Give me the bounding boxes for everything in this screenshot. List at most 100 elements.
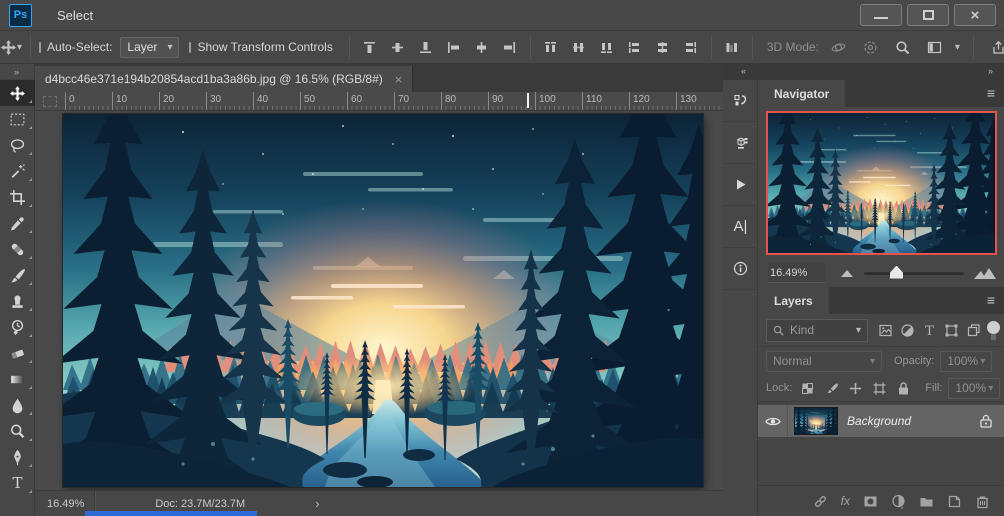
zoom-in-icon[interactable]	[974, 267, 996, 279]
align-left-edges-icon[interactable]	[442, 35, 466, 59]
auto-select-target-dropdown[interactable]: Layer ▾	[120, 36, 180, 58]
panel-menu-icon[interactable]: ≡	[987, 85, 995, 101]
lock-image-icon[interactable]	[824, 381, 839, 396]
tool-move[interactable]	[0, 80, 35, 106]
collapsed-panel-info[interactable]	[723, 248, 758, 290]
tab-navigator[interactable]: Navigator	[758, 80, 846, 107]
lock-transparency-icon[interactable]	[800, 381, 815, 396]
layer-visibility-toggle[interactable]	[758, 405, 788, 437]
tool-type[interactable]: T	[0, 470, 35, 496]
filter-type-layers-icon[interactable]: T	[922, 323, 937, 338]
zoom-slider-thumb[interactable]	[890, 265, 903, 279]
tool-gradient[interactable]	[0, 366, 35, 392]
lock-artboard-icon[interactable]	[872, 381, 887, 396]
tool-magic-wand[interactable]	[0, 158, 35, 184]
tab-layers[interactable]: Layers	[758, 287, 829, 314]
collapsed-panel-history[interactable]	[723, 80, 758, 122]
filter-adjustment-layers-icon[interactable]	[900, 323, 915, 338]
tool-lasso[interactable]	[0, 132, 35, 158]
distribute-vertical-centers-icon[interactable]	[567, 35, 591, 59]
adjustment-layer-icon[interactable]	[891, 494, 906, 509]
align-horizontal-centers-icon[interactable]	[470, 35, 494, 59]
navigator-thumbnail[interactable]	[766, 111, 997, 255]
align-bottom-edges-icon[interactable]	[414, 35, 438, 59]
tool-pen[interactable]	[0, 444, 35, 470]
new-group-icon[interactable]	[919, 494, 934, 509]
distribute-right-edges-icon[interactable]	[679, 35, 703, 59]
chevron-down-icon[interactable]: ▾	[955, 42, 960, 53]
tool-brush[interactable]	[0, 262, 35, 288]
distribute-top-edges-icon[interactable]	[539, 35, 563, 59]
collapsed-panel-character[interactable]: A|	[723, 206, 758, 248]
blend-mode-dropdown[interactable]: Normal ▾	[766, 350, 882, 372]
menu-item-select[interactable]: Select	[46, 0, 114, 30]
3d-roll-icon[interactable]	[859, 35, 883, 59]
opacity-dropdown[interactable]: 100% ▾	[940, 350, 993, 372]
layer-thumbnail[interactable]	[794, 407, 838, 435]
distribute-spacing-icon[interactable]	[720, 35, 744, 59]
lock-all-icon[interactable]	[896, 381, 911, 396]
status-flyout-chevron[interactable]: ›	[315, 496, 319, 511]
expand-panels-chevrons[interactable]: «	[741, 66, 747, 76]
tool-options-bar: ▾ Auto-Select: Layer ▾ Show Transform Co…	[0, 30, 1004, 64]
workspace-panel-icon[interactable]	[923, 35, 947, 59]
tool-blur[interactable]	[0, 392, 35, 418]
navigator-zoom-slider[interactable]	[864, 265, 964, 279]
tool-eyedropper[interactable]	[0, 210, 35, 236]
ruler-mark-100: 100	[535, 92, 582, 110]
zoom-out-icon[interactable]	[840, 269, 854, 277]
tool-spot-healing[interactable]	[0, 236, 35, 262]
canvas-image[interactable]	[62, 113, 704, 488]
close-button[interactable]: ×	[954, 4, 996, 26]
delete-layer-icon[interactable]	[975, 494, 990, 509]
panel-menu-icon[interactable]: ≡	[987, 292, 995, 308]
filter-pixel-layers-icon[interactable]	[878, 323, 893, 338]
show-transform-checkbox[interactable]	[189, 41, 192, 53]
distribute-horizontal-centers-icon[interactable]	[651, 35, 675, 59]
tool-clone-stamp[interactable]	[0, 288, 35, 314]
layers-bottom-bar: fx	[758, 485, 1004, 516]
tab-close-icon[interactable]: ×	[395, 72, 403, 87]
filter-toggle-switch[interactable]	[987, 321, 1000, 340]
document-tab[interactable]: d4bcc46e371e194b20854acd1ba3a86b.jpg @ 1…	[35, 66, 414, 92]
maximize-button[interactable]	[907, 4, 949, 26]
align-top-edges-icon[interactable]	[358, 35, 382, 59]
collapsed-panel-actions[interactable]	[723, 164, 758, 206]
collapse-panels-chevrons[interactable]: »	[988, 66, 994, 76]
share-icon[interactable]	[987, 35, 1004, 59]
3d-orbit-icon[interactable]	[827, 35, 851, 59]
fill-dropdown[interactable]: 100% ▾	[948, 377, 1001, 399]
add-layer-mask-icon[interactable]	[863, 494, 878, 509]
ruler-cursor-indicator	[527, 93, 529, 108]
blend-mode-value: Normal	[773, 354, 812, 368]
filter-shape-layers-icon[interactable]	[944, 323, 959, 338]
collapsed-panel-3d-material[interactable]	[723, 122, 758, 164]
layer-styles-fx-button[interactable]: fx	[841, 494, 850, 508]
navigator-zoom-field[interactable]: 16.49%	[768, 263, 826, 283]
layer-filter-dropdown[interactable]: Kind ▾	[766, 318, 868, 342]
layer-filter-value: Kind	[790, 323, 815, 337]
tool-dodge[interactable]	[0, 418, 35, 444]
tool-history-brush[interactable]	[0, 314, 35, 340]
filter-smart-objects-icon[interactable]	[966, 323, 981, 338]
toolbar-expand-chevrons[interactable]: »	[0, 64, 34, 80]
tool-crop[interactable]	[0, 184, 35, 210]
minimize-button[interactable]	[860, 4, 902, 26]
distribute-bottom-edges-icon[interactable]	[595, 35, 619, 59]
align-right-edges-icon[interactable]	[498, 35, 522, 59]
align-vertical-centers-icon[interactable]	[386, 35, 410, 59]
layer-name[interactable]: Background	[847, 414, 911, 428]
tool-eraser[interactable]	[0, 340, 35, 366]
distribute-left-edges-icon[interactable]	[623, 35, 647, 59]
canvas-pasteboard[interactable]	[35, 111, 723, 490]
tool-rectangular-marquee[interactable]	[0, 106, 35, 132]
layers-blend-row: Normal ▾ Opacity: 100% ▾	[758, 347, 1004, 375]
link-layers-icon[interactable]	[813, 494, 828, 509]
auto-select-checkbox[interactable]	[39, 41, 42, 53]
lock-position-icon[interactable]	[848, 381, 863, 396]
zoom-tool-icon[interactable]	[891, 35, 915, 59]
layer-row-background[interactable]: Background	[758, 405, 1004, 437]
new-layer-icon[interactable]	[947, 494, 962, 509]
horizontal-ruler[interactable]: 0 10 20 30 40 50 60 70 80 90 100 110 120 130	[35, 92, 723, 111]
chevron-down-icon[interactable]: ▾	[17, 42, 22, 53]
